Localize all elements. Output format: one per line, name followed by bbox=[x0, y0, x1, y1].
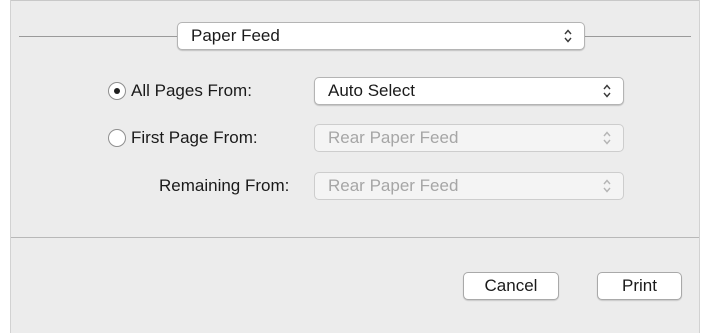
radio-selected-dot bbox=[114, 88, 120, 94]
updown-arrows-icon bbox=[603, 179, 611, 193]
panel-select-popup[interactable]: Paper Feed bbox=[177, 22, 585, 50]
all-pages-radio[interactable] bbox=[108, 82, 126, 100]
footer-divider bbox=[11, 237, 699, 238]
print-button[interactable]: Print bbox=[597, 272, 682, 300]
first-page-label: First Page From: bbox=[131, 128, 258, 147]
all-pages-source-value: Auto Select bbox=[328, 81, 415, 100]
updown-arrows-icon bbox=[603, 84, 611, 98]
header-separator-left bbox=[19, 36, 177, 37]
remaining-source-value: Rear Paper Feed bbox=[328, 176, 459, 195]
remaining-label: Remaining From: bbox=[159, 176, 290, 195]
first-page-radio[interactable] bbox=[108, 129, 126, 147]
paper-feed-dialog: Paper Feed All Pages From: Auto Select F… bbox=[10, 0, 700, 333]
remaining-source-popup[interactable]: Rear Paper Feed bbox=[314, 172, 624, 200]
first-page-source-popup[interactable]: Rear Paper Feed bbox=[314, 124, 624, 152]
dialog-top-edge bbox=[11, 0, 699, 1]
all-pages-source-popup[interactable]: Auto Select bbox=[314, 77, 624, 105]
header-separator-right bbox=[585, 36, 691, 37]
first-page-source-value: Rear Paper Feed bbox=[328, 128, 459, 147]
panel-select-value: Paper Feed bbox=[191, 26, 280, 45]
updown-arrows-icon bbox=[603, 131, 611, 145]
all-pages-label: All Pages From: bbox=[131, 81, 252, 100]
cancel-button[interactable]: Cancel bbox=[463, 272, 559, 300]
updown-arrows-icon bbox=[564, 29, 572, 43]
